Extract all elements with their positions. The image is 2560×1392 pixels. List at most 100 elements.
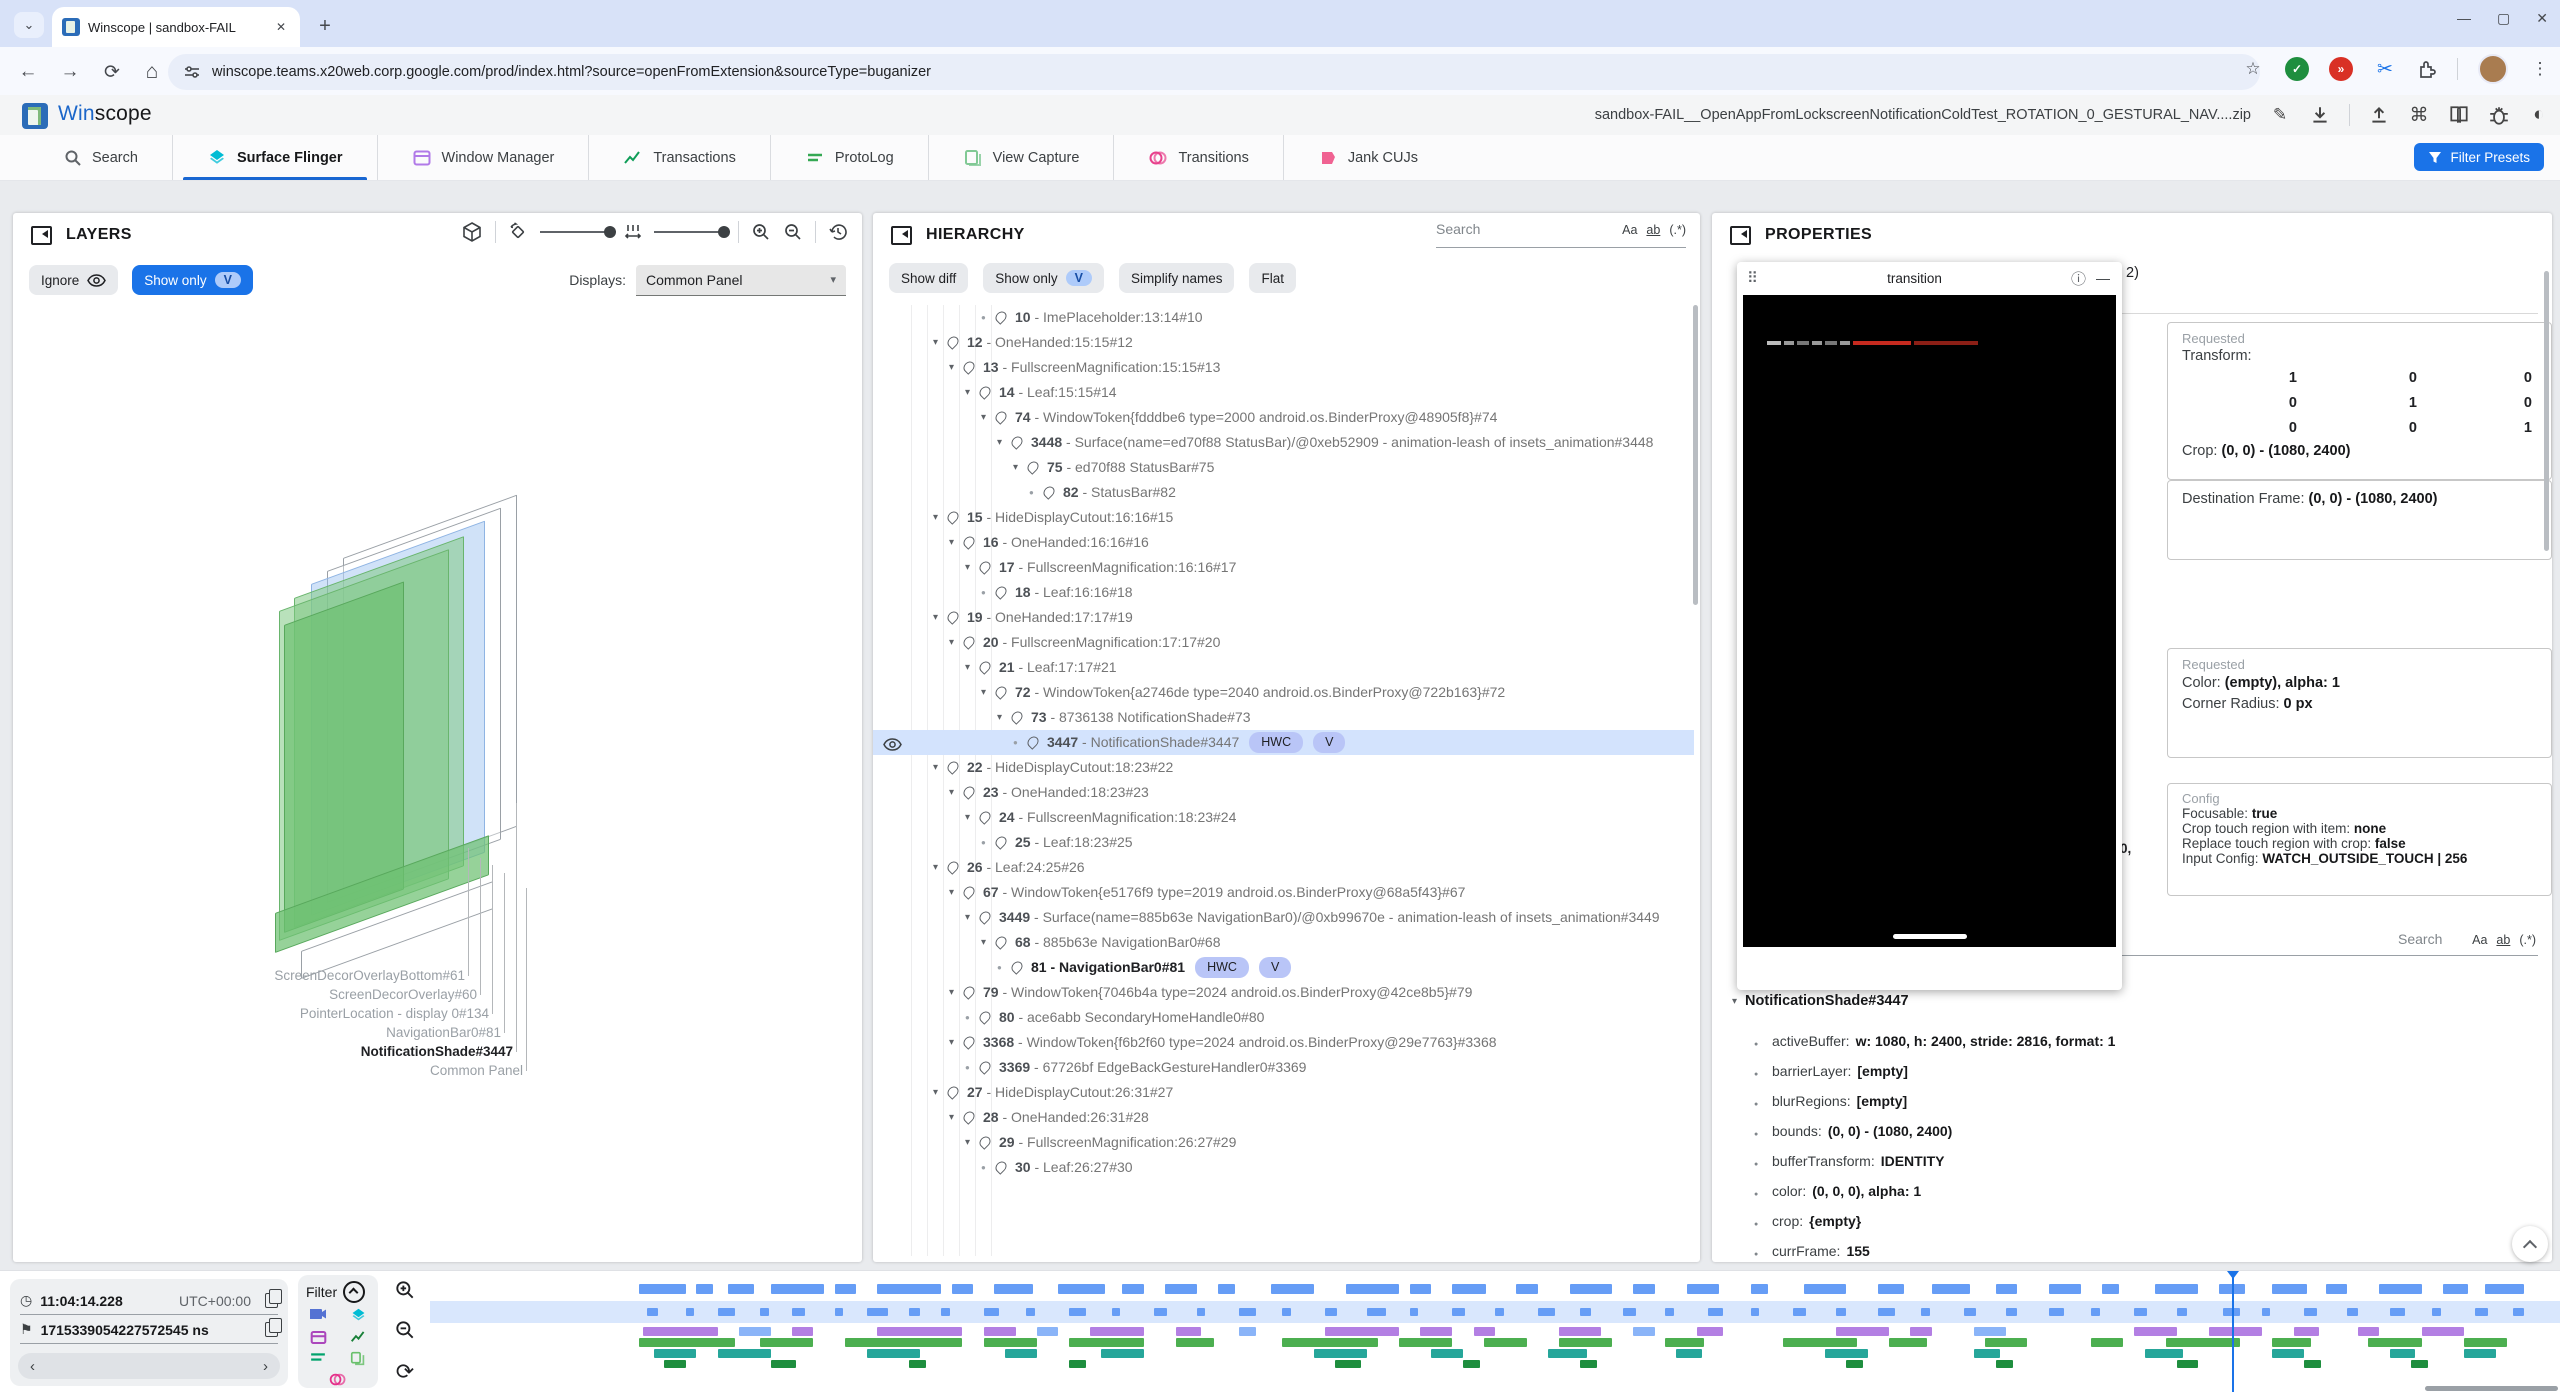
- trace-entry-segment[interactable]: [664, 1360, 685, 1368]
- upload-icon[interactable]: [2368, 104, 2390, 126]
- trace-entry-segment[interactable]: [2379, 1284, 2422, 1294]
- property-row[interactable]: ●barrierLayer:[empty]: [1732, 1058, 2542, 1088]
- trace-entry-segment[interactable]: [2166, 1338, 2241, 1347]
- trace-entry-segment[interactable]: [639, 1284, 686, 1294]
- trace-entry-segment[interactable]: [1090, 1327, 1143, 1336]
- expand-arrow-icon[interactable]: ▾: [933, 1080, 947, 1105]
- hierarchy-tree-row[interactable]: ●3369 - 67726bf EdgeBackGestureHandler0#…: [873, 1055, 1694, 1080]
- trace-entry-segment[interactable]: [760, 1338, 813, 1347]
- scrollbar-thumb[interactable]: [1693, 305, 1698, 605]
- expand-arrow-icon[interactable]: ▾: [965, 555, 979, 580]
- window-minimize-icon[interactable]: —: [2457, 10, 2471, 27]
- window-maximize-icon[interactable]: ▢: [2497, 10, 2510, 27]
- show-only-v-toggle[interactable]: Show onlyV: [983, 263, 1104, 293]
- trace-entry-segment[interactable]: [2272, 1349, 2304, 1358]
- expand-arrow-icon[interactable]: ▾: [965, 380, 979, 405]
- timeline-track-view-capture[interactable]: [430, 1349, 2560, 1358]
- expand-arrow-icon[interactable]: ▾: [965, 655, 979, 680]
- hierarchy-tree-row[interactable]: ●25 - Leaf:18:23#25: [873, 830, 1694, 855]
- trace-entry-segment[interactable]: [2091, 1338, 2123, 1347]
- displays-dropdown[interactable]: Common Panel ▾: [636, 265, 846, 296]
- documentation-book-icon[interactable]: [2448, 104, 2470, 126]
- timeline-zoom-out-icon[interactable]: [394, 1319, 416, 1341]
- trace-entry-segment[interactable]: [1580, 1360, 1597, 1368]
- hierarchy-tree-row[interactable]: ▾15 - HideDisplayCutout:16:16#15: [873, 505, 1694, 530]
- hierarchy-tree-row[interactable]: ●80 - ace6abb SecondaryHomeHandle0#80: [873, 1005, 1694, 1030]
- expand-arrow-icon[interactable]: ▾: [933, 330, 947, 355]
- reload-icon[interactable]: ⟳: [98, 58, 126, 86]
- property-row[interactable]: ●blurRegions:[empty]: [1732, 1088, 2542, 1118]
- frame-stepper[interactable]: ‹ ›: [18, 1353, 280, 1379]
- trace-entry-segment[interactable]: [1910, 1327, 1931, 1336]
- rotation-icon[interactable]: [508, 222, 528, 242]
- expand-arrow-icon[interactable]: ▾: [997, 430, 1011, 455]
- rotation-slider-knob[interactable]: [604, 226, 616, 238]
- timeline-canvas[interactable]: [430, 1271, 2560, 1392]
- timeline-cursor[interactable]: [2232, 1273, 2234, 1392]
- hierarchy-tree-row[interactable]: ▾21 - Leaf:17:17#21: [873, 655, 1694, 680]
- expand-arrow-icon[interactable]: ▾: [949, 355, 963, 380]
- hierarchy-tree-row[interactable]: ▾22 - HideDisplayCutout:18:23#22: [873, 755, 1694, 780]
- hierarchy-scrollbar[interactable]: [1693, 305, 1698, 1262]
- trace-entry-segment[interactable]: [718, 1349, 771, 1358]
- trace-entry-segment[interactable]: [1069, 1338, 1144, 1347]
- trace-entry-segment[interactable]: [1932, 1284, 1970, 1294]
- extensions-puzzle-icon[interactable]: [2417, 59, 2437, 79]
- extension-check-icon[interactable]: ✓: [2285, 57, 2309, 81]
- expand-arrow-icon[interactable]: ▾: [981, 405, 995, 430]
- trace-entry-segment[interactable]: [1516, 1284, 1537, 1294]
- trace-entry-segment[interactable]: [1474, 1327, 1495, 1336]
- hierarchy-tree-row[interactable]: ▾67 - WindowToken{e5176f9 type=2019 andr…: [873, 880, 1694, 905]
- timeline-zoom-in-icon[interactable]: [394, 1279, 416, 1301]
- trace-entry-segment[interactable]: [845, 1338, 962, 1347]
- tab-transactions[interactable]: Transactions: [588, 135, 769, 180]
- site-settings-icon[interactable]: [184, 64, 200, 80]
- hierarchy-tree-row[interactable]: ●10 - ImePlaceholder:13:14#10: [873, 305, 1694, 330]
- hierarchy-tree-row[interactable]: ▾3449 - Surface(name=885b63e NavigationB…: [873, 905, 1694, 930]
- timeline-track-protolog[interactable]: [430, 1338, 2560, 1347]
- hierarchy-tree-row[interactable]: ▾14 - Leaf:15:15#14: [873, 380, 1694, 405]
- trace-entry-segment[interactable]: [1548, 1349, 1586, 1358]
- trace-entry-segment[interactable]: [1687, 1284, 1719, 1294]
- bookmark-star-icon[interactable]: ☆: [2241, 57, 2265, 81]
- trace-entry-segment[interactable]: [2368, 1338, 2421, 1347]
- dark-mode-toggle-icon[interactable]: ◐: [2528, 104, 2550, 126]
- trace-entry-segment[interactable]: [2326, 1284, 2347, 1294]
- hierarchy-tree-row[interactable]: ▾20 - FullscreenMagnification:17:17#20: [873, 630, 1694, 655]
- trace-entry-segment[interactable]: [1122, 1284, 1143, 1294]
- trace-entry-segment[interactable]: [2102, 1284, 2119, 1294]
- tab-window-manager[interactable]: Window Manager: [377, 135, 589, 180]
- protolog-trace-icon[interactable]: [310, 1351, 326, 1363]
- view-capture-trace-icon[interactable]: [350, 1351, 366, 1366]
- timeline-track-transitions[interactable]: [430, 1360, 2560, 1368]
- browser-tab[interactable]: Winscope | sandbox-FAIL ✕: [52, 7, 300, 47]
- trace-entry-segment[interactable]: [877, 1327, 962, 1336]
- trace-entry-segment[interactable]: [1101, 1349, 1144, 1358]
- hierarchy-tree-row[interactable]: ▾19 - OneHanded:17:17#19: [873, 605, 1694, 630]
- human-time-field[interactable]: ◷ 11:04:14.228 UTC+00:00: [20, 1287, 278, 1315]
- trace-entry-segment[interactable]: [2177, 1360, 2198, 1368]
- collapse-filter-icon[interactable]: [343, 1281, 365, 1303]
- copy-icon[interactable]: [265, 1322, 278, 1337]
- timeline-track-transactions[interactable]: [430, 1327, 2560, 1336]
- layers-3d-view[interactable]: ScreenDecorOverlayBottom#61 ScreenDecorO…: [13, 303, 862, 1262]
- trace-entry-segment[interactable]: [984, 1338, 1037, 1347]
- trace-entry-segment[interactable]: [2411, 1360, 2428, 1368]
- zoom-out-icon[interactable]: [783, 222, 803, 242]
- expand-arrow-icon[interactable]: ▾: [949, 880, 963, 905]
- trace-entry-segment[interactable]: [1420, 1327, 1452, 1336]
- surface-flinger-trace-icon[interactable]: [350, 1307, 367, 1324]
- collapse-panel-icon[interactable]: [31, 226, 52, 245]
- expand-arrow-icon[interactable]: ▾: [1013, 455, 1027, 480]
- trace-entry-segment[interactable]: [835, 1284, 856, 1294]
- trace-entry-segment[interactable]: [1165, 1284, 1197, 1294]
- timeline-horizontal-scrollbar[interactable]: [2425, 1386, 2558, 1391]
- trace-entry-segment[interactable]: [1399, 1338, 1452, 1347]
- trace-entry-segment[interactable]: [1878, 1284, 1904, 1294]
- show-only-v-toggle[interactable]: Show only V: [132, 265, 253, 295]
- expand-arrow-icon[interactable]: ▾: [965, 1130, 979, 1155]
- displays-select[interactable]: Displays: Common Panel ▾: [569, 265, 846, 296]
- trace-entry-segment[interactable]: [2304, 1360, 2321, 1368]
- trace-entry-segment[interactable]: [1974, 1327, 2006, 1336]
- trace-entry-segment[interactable]: [643, 1327, 718, 1336]
